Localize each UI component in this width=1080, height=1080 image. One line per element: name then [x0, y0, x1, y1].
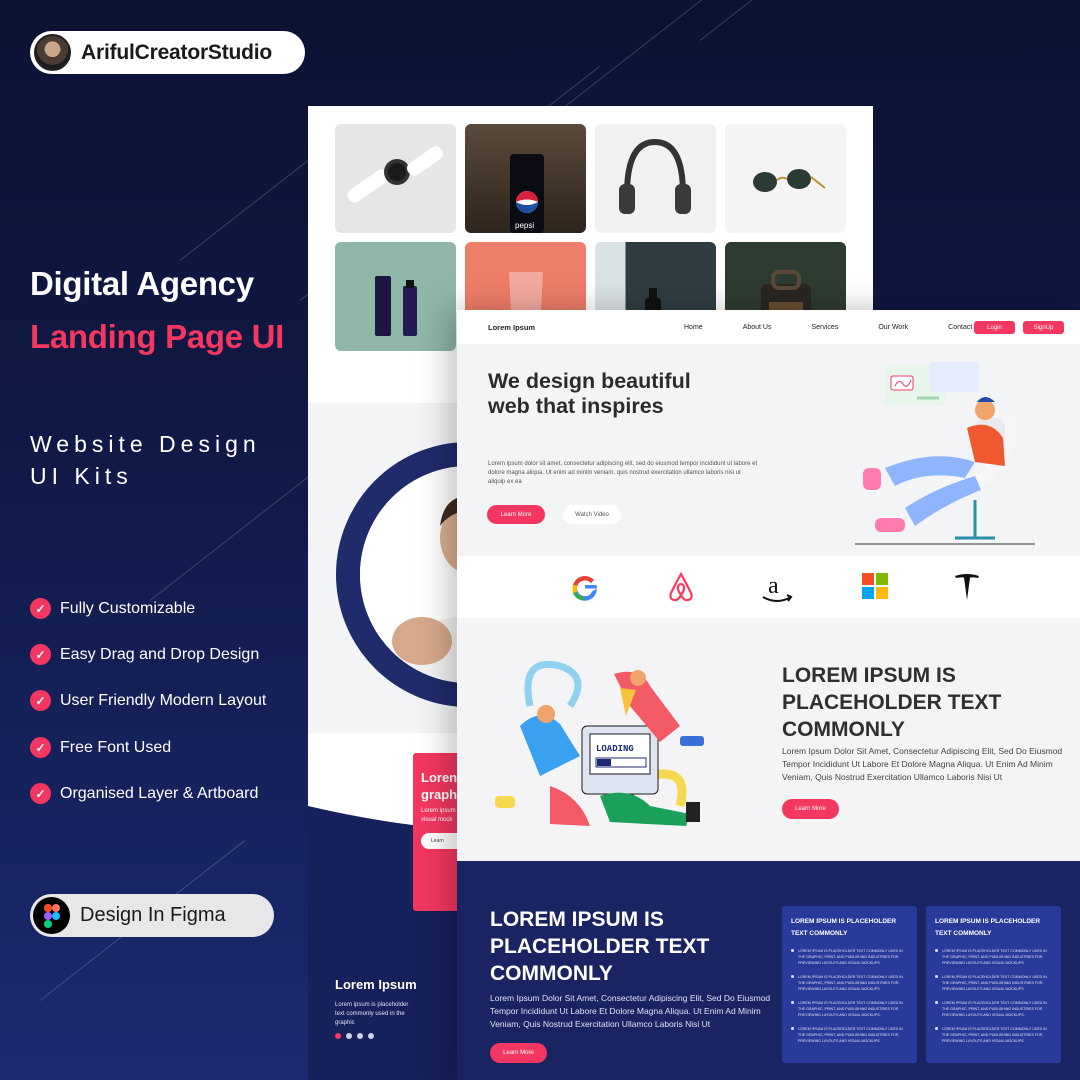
card-item: LOREM IPSUM IS PLACEHOLDER TEXT COMMONLY… — [935, 974, 1052, 992]
card-item: LOREM IPSUM IS PLACEHOLDER TEXT COMMONLY… — [935, 1000, 1052, 1018]
promo-body: Lorem ipsum print, and p visual mock — [421, 808, 461, 823]
subtitle: Website Design UI Kits — [30, 428, 290, 492]
promo-button[interactable]: Learn — [421, 833, 461, 849]
subtitle-line1: Website Design — [30, 431, 261, 457]
footer-text: Lorem ipsum is placeholder text commonly… — [335, 1002, 409, 1026]
dark-section-title: LOREM IPSUM IS PLACEHOLDER TEXT COMMONLY — [490, 908, 710, 985]
check-icon: ✓ — [30, 783, 51, 804]
sunglasses-image[interactable] — [725, 124, 846, 233]
nav-link-services[interactable]: Services — [811, 324, 838, 331]
brand-pill: ArifulCreatorStudio — [30, 31, 305, 74]
pepsi-label: pepsi — [515, 221, 534, 230]
feature-item: ✓ User Friendly Modern Layout — [30, 690, 266, 711]
check-icon: ✓ — [30, 644, 51, 665]
social-icon[interactable] — [357, 1033, 363, 1039]
svg-text:a: a — [768, 573, 779, 599]
nav-link-contact[interactable]: Contact — [948, 324, 972, 331]
card-title: LOREM IPSUM IS PLACEHOLDER TEXT COMMONLY — [935, 918, 1041, 937]
headline-line1: Digital Agency — [30, 265, 254, 302]
card-title: LOREM IPSUM IS PLACEHOLDER TEXT COMMONLY — [791, 918, 897, 937]
watch-image[interactable] — [335, 124, 456, 233]
promo-title: Loren text a graph — [421, 770, 461, 802]
dark-section: LOREM IPSUM IS PLACEHOLDER TEXT COMMONLY… — [457, 861, 1080, 1080]
headphones-image[interactable] — [595, 124, 716, 233]
partner-logos: a — [457, 556, 1080, 618]
nav-logo[interactable]: Lorem Ipsum — [488, 323, 535, 332]
loading-label: LOADING — [596, 744, 634, 754]
card-item: LOREM IPSUM IS PLACEHOLDER TEXT COMMONLY… — [791, 1000, 908, 1018]
feature-item: ✓ Organised Layer & Artboard — [30, 783, 258, 804]
feature-learn-more-button[interactable]: Learn More — [782, 799, 839, 819]
avatar — [34, 34, 71, 71]
card-item: LOREM IPSUM IS PLACEHOLDER TEXT COMMONLY… — [791, 974, 908, 992]
card-item: LOREM IPSUM IS PLACEHOLDER TEXT COMMONLY… — [791, 1026, 908, 1044]
promo-card: Loren text a graph Lorem ipsum print, an… — [413, 753, 461, 911]
footer-title: Lorem Ipsum — [335, 977, 417, 992]
tesla-icon — [955, 574, 979, 600]
login-button[interactable]: Login — [974, 321, 1015, 334]
info-card: LOREM IPSUM IS PLACEHOLDER TEXT COMMONLY… — [926, 906, 1061, 1063]
dark-learn-more-button[interactable]: Learn More — [490, 1043, 547, 1063]
hero-section: We design beautiful web that inspires Lo… — [457, 344, 1080, 556]
loading-illustration: LOADING — [495, 661, 704, 826]
check-icon: ✓ — [30, 690, 51, 711]
card-item: LOREM IPSUM IS PLACEHOLDER TEXT COMMONLY… — [935, 948, 1052, 966]
headline-line2: Landing Page UI — [30, 318, 285, 355]
subtitle-line2: UI Kits — [30, 463, 133, 489]
feature-item: ✓ Free Font Used — [30, 737, 171, 758]
figma-badge: Design In Figma — [30, 894, 274, 937]
airbnb-icon — [669, 571, 693, 602]
figma-label: Design In Figma — [80, 904, 226, 926]
feature-section: LOADING LOREM IPSUM IS PLACEHOLDER TEXT … — [457, 618, 1080, 861]
microsoft-icon — [862, 573, 888, 599]
navbar: Lorem Ipsum Home About Us Services Our W… — [457, 310, 1080, 344]
hero-learn-more-button[interactable]: Learn More — [487, 505, 545, 524]
cosmetics-image[interactable] — [335, 242, 456, 351]
info-card: LOREM IPSUM IS PLACEHOLDER TEXT COMMONLY… — [782, 906, 917, 1063]
nav-links: Home About Us Services Our Work Contact — [684, 324, 972, 331]
check-icon: ✓ — [30, 737, 51, 758]
google-icon — [572, 576, 597, 601]
nav-link-about[interactable]: About Us — [743, 324, 772, 331]
feature-item: ✓ Easy Drag and Drop Design — [30, 644, 259, 665]
figma-icon — [33, 897, 70, 934]
social-icon[interactable] — [335, 1033, 341, 1039]
social-icons — [335, 1033, 374, 1039]
front-mockup: Lorem Ipsum Home About Us Services Our W… — [457, 310, 1080, 1080]
hero-text: Lorem ipsum dolor sit amet, consectetur … — [488, 461, 758, 485]
social-icon[interactable] — [346, 1033, 352, 1039]
hero-title: We design beautiful web that inspires — [488, 369, 691, 418]
hero-illustration — [855, 362, 1035, 545]
feature-title: LOREM IPSUM IS PLACEHOLDER TEXT COMMONLY — [782, 664, 1002, 741]
nav-link-work[interactable]: Our Work — [878, 324, 908, 331]
signup-button[interactable]: SignUp — [1023, 321, 1064, 334]
social-icon[interactable] — [368, 1033, 374, 1039]
watch-video-button[interactable]: Watch Video — [563, 505, 621, 524]
dark-section-text: Lorem Ipsum Dolor Sit Amet, Consectetur … — [490, 993, 771, 1029]
pepsi-image[interactable]: pepsi — [465, 124, 586, 233]
nav-link-home[interactable]: Home — [684, 324, 703, 331]
amazon-icon: a — [762, 573, 793, 602]
feature-item: ✓ Fully Customizable — [30, 598, 195, 619]
check-icon: ✓ — [30, 598, 51, 619]
card-item: LOREM IPSUM IS PLACEHOLDER TEXT COMMONLY… — [935, 1026, 1052, 1044]
brand-name: ArifulCreatorStudio — [81, 40, 273, 64]
feature-text: Lorem Ipsum Dolor Sit Amet, Consectetur … — [782, 746, 1063, 782]
card-item: LOREM IPSUM IS PLACEHOLDER TEXT COMMONLY… — [791, 948, 908, 966]
